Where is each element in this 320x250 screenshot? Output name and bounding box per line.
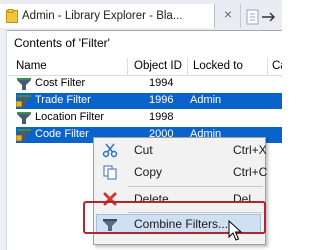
row-object-id: 1994: [149, 77, 174, 89]
menu-item-shortcut: Ctrl+X: [233, 143, 267, 157]
row-name: Location Filter: [35, 111, 105, 123]
menu-item-copy[interactable]: Copy Ctrl+C: [94, 162, 268, 182]
mouse-pointer-icon: [228, 220, 243, 241]
column-separator[interactable]: [267, 58, 268, 75]
column-separator[interactable]: [127, 58, 128, 75]
tab-close-icon[interactable]: ×: [218, 4, 238, 24]
panel-left-gutter: [0, 30, 7, 250]
row-name: Code Filter: [35, 128, 89, 140]
tab-divider: [240, 4, 241, 28]
column-header: Name Object ID Locked to Ca: [8, 58, 282, 76]
next-tab-icon[interactable]: [244, 6, 278, 28]
table-row[interactable]: Trade Filter 1996 Admin: [16, 93, 282, 109]
menu-item-cut[interactable]: Cut Ctrl+X: [94, 140, 267, 160]
column-header-name[interactable]: Name: [16, 60, 47, 72]
library-explorer-window: Admin - Library Explorer - Bla... × Cont…: [0, 0, 282, 250]
table-row[interactable]: Cost Filter 1994: [16, 76, 282, 92]
tab-title: Admin - Library Explorer - Bla...: [22, 10, 183, 22]
copy-icon: [103, 165, 117, 180]
table-row[interactable]: Location Filter 1998: [16, 110, 282, 126]
menu-separator: [128, 186, 263, 187]
contents-heading: Contents of 'Filter': [14, 36, 110, 50]
column-header-category[interactable]: Ca: [272, 60, 282, 72]
row-locked-to: Admin: [190, 94, 222, 106]
menu-item-shortcut: Ctrl+C: [233, 165, 268, 179]
locked-filter-icon: [16, 95, 31, 108]
menu-item-label: Cut: [134, 143, 153, 157]
row-name: Trade Filter: [35, 94, 91, 106]
column-header-locked-to[interactable]: Locked to: [193, 60, 243, 72]
filter-icon: [17, 112, 31, 124]
document-tab-bar: Admin - Library Explorer - Bla... ×: [0, 0, 282, 30]
locked-filter-icon: [16, 129, 31, 142]
scissors-icon: [102, 143, 118, 158]
filter-icon: [17, 78, 31, 90]
row-object-id: 1998: [149, 111, 174, 123]
row-name: Cost Filter: [35, 77, 86, 89]
column-header-object-id[interactable]: Object ID: [134, 60, 182, 72]
folder-icon: [6, 9, 18, 23]
row-object-id: 1996: [149, 94, 174, 106]
column-separator[interactable]: [187, 58, 188, 75]
library-explorer-tab[interactable]: Admin - Library Explorer - Bla...: [0, 4, 215, 28]
menu-item-label: Copy: [134, 165, 163, 179]
